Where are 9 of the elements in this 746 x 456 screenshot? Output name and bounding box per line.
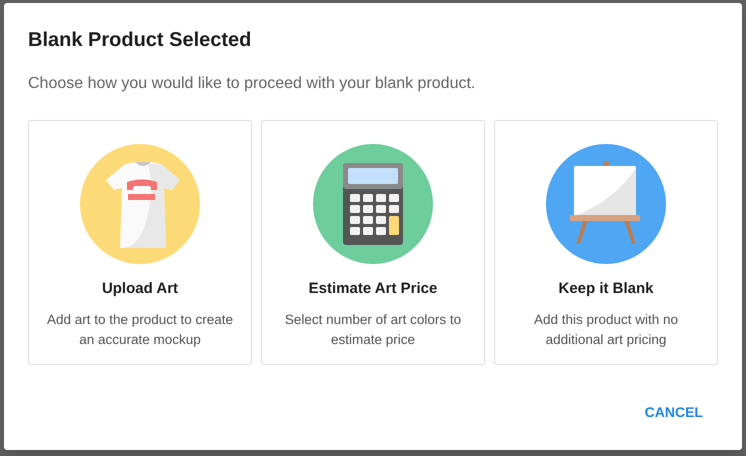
t-shirt-icon xyxy=(80,144,200,264)
easel-icon xyxy=(546,144,666,264)
cancel-button[interactable]: CANCEL xyxy=(632,396,715,429)
dialog-title: Blank Product Selected xyxy=(28,28,252,53)
option-card[interactable]: Upload Art Add art to the product to create an accurate mockup xyxy=(28,120,252,365)
dialog-description: Choose how you would like to proceed with your blank product. xyxy=(28,74,476,94)
option-card[interactable]: Keep it Blank Add this product with no additional art pricing xyxy=(494,120,718,365)
option-card[interactable]: Estimate Art Price Select number of art colors to estimate price xyxy=(261,120,485,365)
calculator-icon xyxy=(313,144,433,264)
